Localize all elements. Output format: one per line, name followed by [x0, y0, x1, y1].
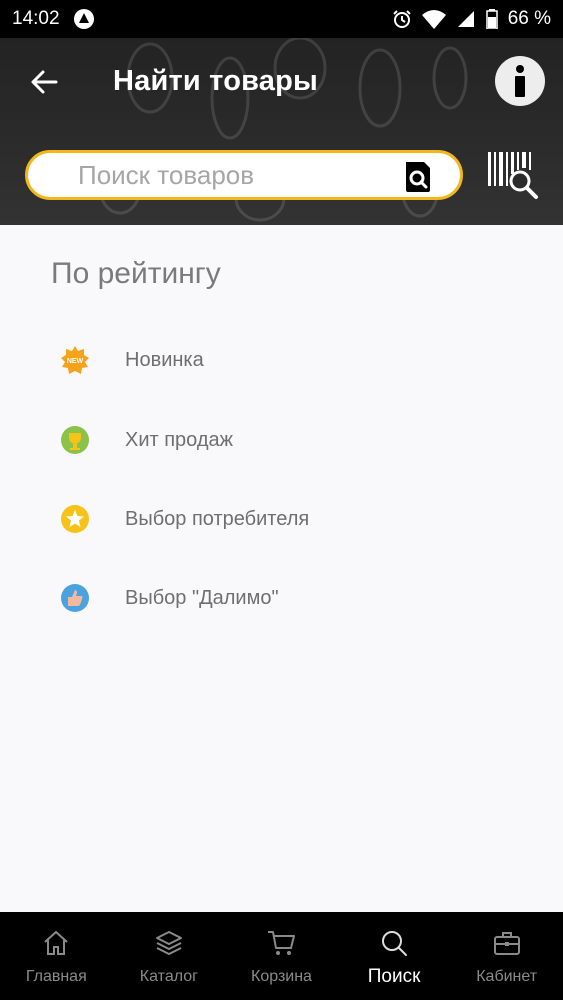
rating-item-consumer-choice[interactable]: Выбор потребителя [0, 489, 563, 549]
briefcase-icon [493, 932, 520, 955]
rating-item-label: Хит продаж [125, 428, 234, 451]
battery-icon [485, 9, 498, 29]
wifi-icon [421, 10, 446, 29]
new-badge-icon: NEW [61, 346, 89, 374]
section-title: По рейтингу [51, 257, 221, 290]
rating-item-hit[interactable]: Хит продаж [0, 410, 563, 470]
rating-item-new[interactable]: NEW Новинка [0, 330, 563, 390]
search-bar[interactable] [25, 150, 463, 200]
clock: 14:02 [12, 8, 60, 29]
signal-icon [457, 11, 474, 27]
status-bar: 14:02 66 % [0, 0, 563, 38]
home-icon [44, 930, 68, 955]
tab-label: Главная [25, 968, 87, 985]
tab-search[interactable]: Поиск [338, 912, 451, 1000]
thumbs-up-icon [61, 584, 89, 612]
rating-section: По рейтингу NEW Новинка Хит продаж Выбор… [0, 225, 563, 912]
tab-label: Поиск [367, 966, 421, 987]
page-title: Найти товары [113, 65, 318, 97]
rating-item-label: Выбор "Далимо" [125, 586, 279, 609]
tab-cabinet[interactable]: Кабинет [450, 912, 563, 1000]
navigation-status-icon [73, 9, 94, 29]
barcode-scanner-icon[interactable] [486, 148, 540, 202]
search-icon [382, 931, 408, 956]
rating-item-label: Новинка [125, 348, 204, 371]
trophy-icon [61, 426, 89, 454]
alarm-icon [392, 10, 411, 28]
back-button[interactable] [22, 60, 66, 104]
rating-item-dalimo-choice[interactable]: Выбор "Далимо" [0, 568, 563, 628]
rating-item-label: Выбор потребителя [125, 507, 310, 530]
tab-label: Корзина [251, 968, 312, 985]
cart-icon [268, 931, 296, 955]
tab-home[interactable]: Главная [0, 912, 113, 1000]
bottom-navigation: Главная Каталог Корзина Поиск Кабинет [0, 912, 563, 1000]
info-button[interactable] [495, 56, 545, 106]
tab-catalog[interactable]: Каталог [113, 912, 226, 1000]
battery-level: 66 % [507, 8, 551, 29]
layers-icon [155, 931, 182, 955]
header: Найти товары [0, 38, 563, 225]
tab-label: Кабинет [476, 968, 538, 985]
star-icon [61, 505, 89, 533]
tab-cart[interactable]: Корзина [225, 912, 338, 1000]
search-icon[interactable] [404, 162, 432, 192]
svg-text:NEW: NEW [67, 358, 84, 365]
info-icon [515, 65, 525, 97]
tab-label: Каталог [139, 968, 198, 985]
arrow-left-icon [31, 70, 58, 94]
search-input[interactable] [78, 159, 398, 191]
